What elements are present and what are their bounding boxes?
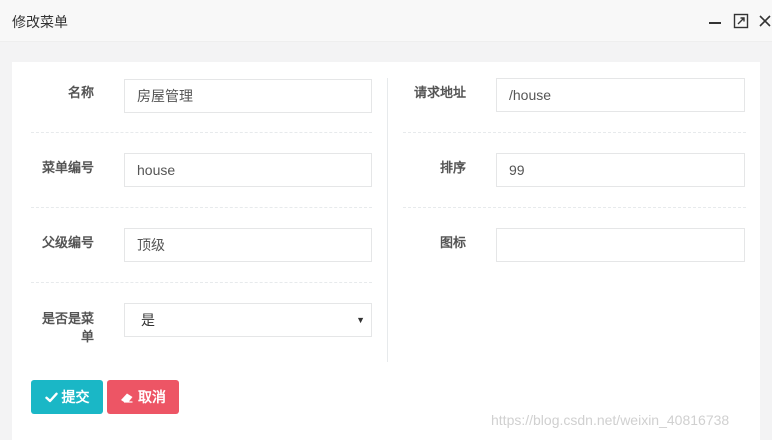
maximize-icon[interactable] <box>733 13 749 29</box>
cancel-button[interactable]: 取消 <box>107 380 179 414</box>
menu-code-field[interactable] <box>124 153 372 187</box>
window-title: 修改菜单 <box>12 14 68 30</box>
window-titlebar: 修改菜单 <box>0 0 772 42</box>
menu-code-label: 菜单编号 <box>41 160 94 175</box>
dropdown-arrow-icon: ▼ <box>356 315 365 325</box>
check-icon <box>44 391 58 404</box>
name-label: 名称 <box>67 85 94 100</box>
column-divider <box>387 78 388 362</box>
url-label: 请求地址 <box>413 85 466 100</box>
row-separator <box>403 132 746 133</box>
row-separator <box>31 207 372 208</box>
parent-code-label: 父级编号 <box>41 235 94 250</box>
is-menu-selected-value: 是 <box>141 312 155 328</box>
minimize-icon[interactable] <box>707 13 723 29</box>
is-menu-label: 是否是菜 单 <box>32 310 94 346</box>
row-separator <box>403 207 746 208</box>
cancel-label: 取消 <box>138 389 166 405</box>
watermark: https://blog.csdn.net/weixin_40816738 <box>491 412 730 428</box>
is-menu-label-line1: 是否是菜 <box>41 311 94 326</box>
sort-field[interactable] <box>496 153 745 187</box>
submit-button[interactable]: 提交 <box>31 380 103 414</box>
url-field[interactable] <box>496 78 745 112</box>
icon-label: 图标 <box>439 235 466 250</box>
submit-label: 提交 <box>61 389 90 405</box>
is-menu-label-line2: 单 <box>80 329 94 344</box>
icon-field[interactable] <box>496 228 745 262</box>
name-field[interactable] <box>124 79 372 113</box>
close-icon[interactable] <box>757 13 772 29</box>
eraser-icon <box>120 391 134 404</box>
form-panel: 名称 菜单编号 父级编号 是否是菜 单 是 ▼ 请求地址 排序 图标 提交 取消 <box>12 62 760 440</box>
row-separator <box>31 132 372 133</box>
sort-label: 排序 <box>439 160 466 175</box>
parent-code-field[interactable] <box>124 228 372 262</box>
is-menu-select[interactable]: 是 ▼ <box>124 303 372 337</box>
row-separator <box>31 282 372 283</box>
